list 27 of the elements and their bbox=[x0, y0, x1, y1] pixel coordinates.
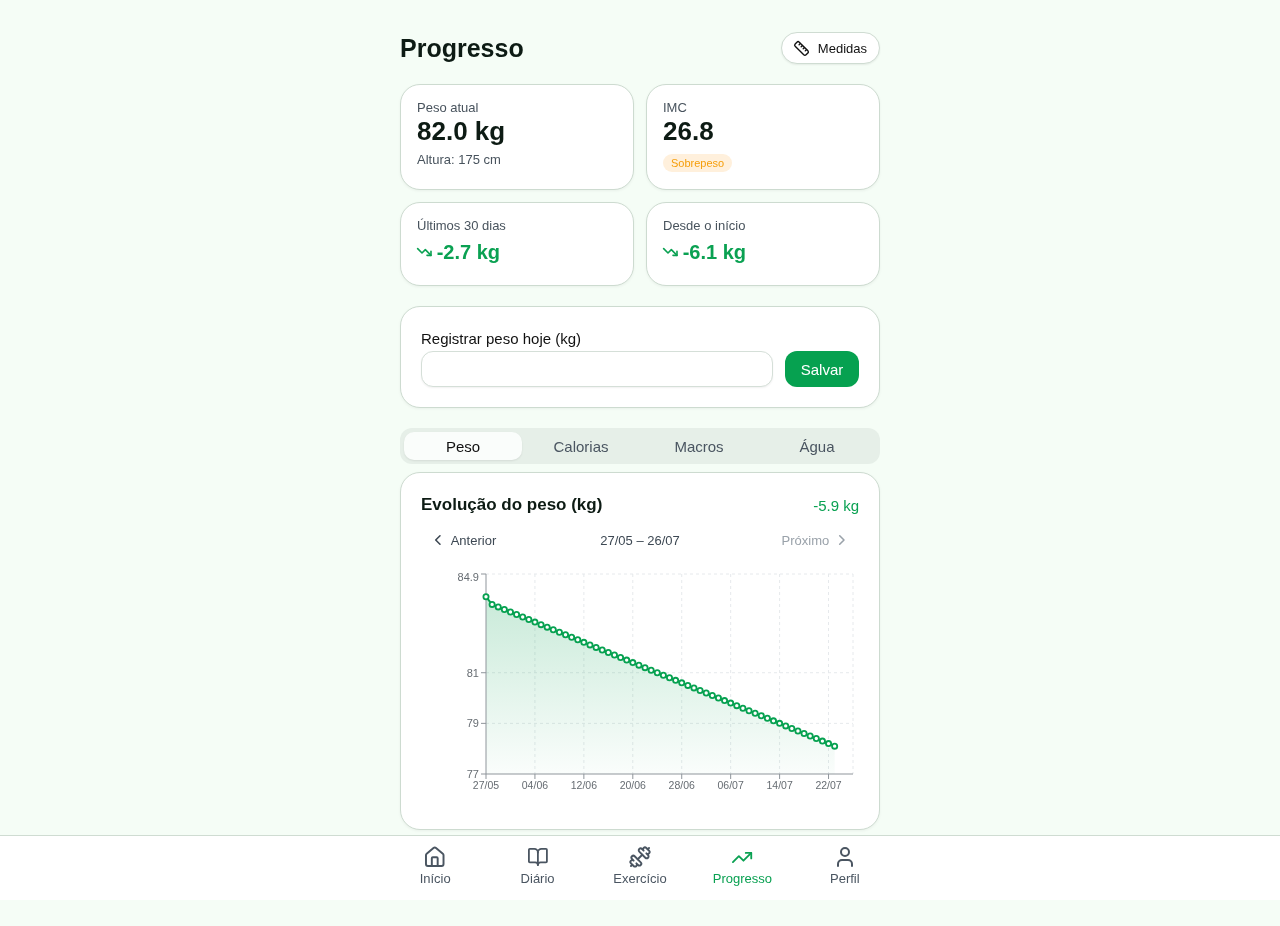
y-axis-label: 84.9 bbox=[457, 571, 479, 583]
x-axis-label: 22/07 bbox=[815, 779, 842, 791]
stat-label: Peso atual bbox=[417, 100, 479, 116]
stat-label: Últimos 30 dias bbox=[417, 218, 506, 234]
stat-label: IMC bbox=[663, 100, 687, 116]
status-badge: Sobrepeso bbox=[663, 154, 733, 172]
x-axis-label: 04/06 bbox=[521, 779, 549, 791]
y-axis-label: 81 bbox=[466, 666, 479, 679]
date-range: 27/05 – 26/07 bbox=[600, 532, 680, 548]
stat-label: Desde o início bbox=[663, 218, 746, 234]
field-label: Registrar peso hoje (kg) bbox=[421, 330, 582, 348]
page-title: Progresso bbox=[400, 33, 524, 64]
x-axis-label: 14/07 bbox=[766, 779, 793, 791]
x-axis-label: 12/06 bbox=[570, 779, 597, 791]
x-axis-label: 27/05 bbox=[472, 779, 500, 791]
x-axis-label: 20/06 bbox=[619, 779, 646, 791]
weight-change: -5.9 kg bbox=[813, 496, 859, 514]
x-axis-label: 06/07 bbox=[717, 779, 744, 791]
stat-note: Altura: 175 cm bbox=[417, 152, 501, 168]
stat-change: -2.7 kg bbox=[436, 240, 500, 264]
y-axis-label: 79 bbox=[466, 717, 479, 730]
x-axis-label: 28/06 bbox=[668, 779, 695, 791]
stat-value: 82.0 kg bbox=[417, 116, 506, 146]
chart-title: Evolução do peso (kg) bbox=[421, 495, 603, 515]
stat-change: -6.1 kg bbox=[682, 240, 746, 264]
stat-value: 26.8 bbox=[663, 116, 714, 146]
y-axis-label: 77 bbox=[466, 768, 479, 780]
